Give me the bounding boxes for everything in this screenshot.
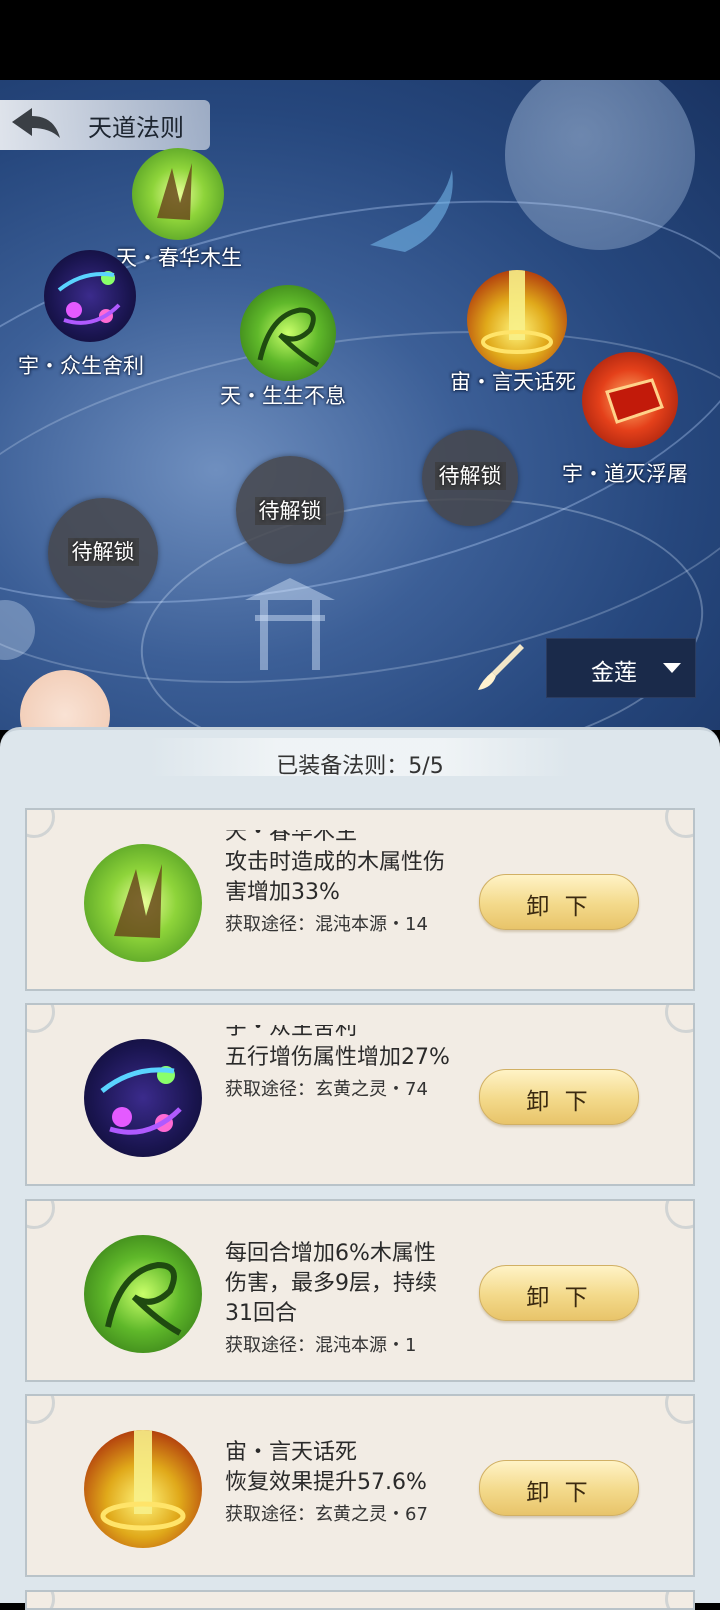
unload-button[interactable]: 卸 下	[479, 1265, 639, 1321]
unload-button[interactable]: 卸 下	[479, 874, 639, 930]
purple-orb-icon	[44, 250, 136, 342]
brush-icon	[478, 644, 524, 690]
unload-button[interactable]: 卸 下	[479, 1460, 639, 1516]
locked-label: 待解锁	[390, 460, 550, 490]
card-source: 获取途径：混沌本源・14	[225, 914, 428, 935]
skill-node-label: 天・春华木生	[116, 246, 242, 270]
card-text: 宇・众生舍利 五行增伤属性增加27% 获取途径：玄黄之灵・74	[225, 1025, 455, 1155]
card-text: 宙・言天话死 恢复效果提升57.6% 获取途径：玄黄之灵・67	[225, 1438, 455, 1575]
golden-beam-icon	[467, 270, 567, 370]
page-title: 天道法则	[88, 114, 184, 142]
card-name: 宇・众生舍利	[225, 1025, 358, 1040]
card-desc: 五行增伤属性增加27%	[225, 1045, 450, 1070]
card-desc: 每回合增加6%木属性伤害，最多9层，持续31回合	[225, 1241, 437, 1326]
law-card: 天・春华木生 攻击时造成的木属性伤害增加33% 获取途径：混沌本源・14 卸 下	[25, 808, 695, 991]
card-text: 每回合增加6%木属性伤害，最多9层，持续31回合 获取途径：混沌本源・1	[225, 1239, 455, 1380]
law-card: 宙・言天话死 恢复效果提升57.6% 获取途径：玄黄之灵・67 卸 下	[25, 1394, 695, 1577]
chevron-down-icon	[663, 663, 681, 673]
locked-label: 待解锁	[210, 495, 370, 525]
style-select-value: 金莲	[591, 660, 637, 686]
green-vine-icon	[240, 285, 336, 381]
red-crystal-icon	[582, 352, 678, 448]
skill-node-label: 宇・道灭浮屠	[562, 462, 688, 486]
card-text: 天・春华木生 攻击时造成的木属性伤害增加33% 获取途径：混沌本源・14	[225, 830, 455, 960]
unload-button-label: 卸 下	[526, 1285, 592, 1311]
unload-button-label: 卸 下	[526, 1089, 592, 1115]
law-card: 每回合增加6%木属性伤害，最多9层，持续31回合 获取途径：混沌本源・1 卸 下	[25, 1199, 695, 1382]
golden-beam-icon	[84, 1430, 202, 1548]
green-thorn-icon	[84, 844, 202, 962]
style-select[interactable]: 金莲	[546, 638, 696, 698]
locked-label: 待解锁	[23, 536, 183, 566]
card-desc: 攻击时造成的木属性伤害增加33%	[225, 850, 446, 905]
card-name: 宙・言天话死	[225, 1440, 358, 1465]
purple-orb-icon	[84, 1039, 202, 1157]
skill-node-label: 宇・众生舍利	[18, 354, 144, 378]
skill-node-label: 天・生生不息	[220, 384, 346, 408]
card-source: 获取途径：混沌本源・1	[225, 1335, 417, 1356]
equipped-title: 已装备法则：5/5	[276, 754, 444, 779]
card-source: 获取途径：玄黄之灵・74	[225, 1079, 428, 1100]
brush-button[interactable]	[476, 640, 526, 692]
green-vine-icon	[84, 1235, 202, 1353]
unload-button[interactable]: 卸 下	[479, 1069, 639, 1125]
law-card	[25, 1590, 695, 1610]
card-name: 天・春华木生	[225, 830, 358, 845]
unload-button-label: 卸 下	[526, 894, 592, 920]
card-desc: 恢复效果提升57.6%	[225, 1470, 427, 1495]
card-source: 获取途径：玄黄之灵・67	[225, 1504, 428, 1525]
skill-node-label: 宙・言天话死	[450, 370, 576, 394]
back-arrow-icon	[12, 108, 60, 138]
back-button[interactable]	[8, 104, 64, 146]
law-card: 宇・众生舍利 五行增伤属性增加27% 获取途径：玄黄之灵・74 卸 下	[25, 1003, 695, 1186]
unload-button-label: 卸 下	[526, 1480, 592, 1506]
green-thorn-icon	[132, 148, 224, 240]
status-bar	[0, 0, 720, 80]
